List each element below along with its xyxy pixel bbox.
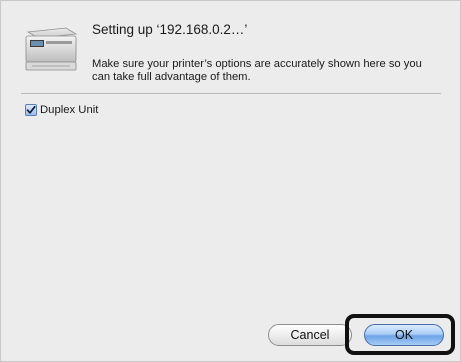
- cancel-button[interactable]: Cancel: [268, 324, 352, 346]
- duplex-unit-label: Duplex Unit: [40, 104, 99, 116]
- divider: [21, 93, 441, 94]
- checkmark-icon: [26, 105, 36, 114]
- dialog-message: Make sure your printer’s options are acc…: [92, 58, 422, 83]
- printer-icon: [20, 22, 80, 74]
- dialog-title: Setting up ‘192.168.0.2…’: [92, 22, 248, 37]
- printer-setup-dialog: Setting up ‘192.168.0.2…’ Make sure your…: [0, 0, 461, 362]
- option-duplex-unit[interactable]: Duplex Unit: [25, 103, 98, 117]
- duplex-unit-checkbox[interactable]: [25, 104, 37, 116]
- ok-button[interactable]: OK: [364, 324, 444, 346]
